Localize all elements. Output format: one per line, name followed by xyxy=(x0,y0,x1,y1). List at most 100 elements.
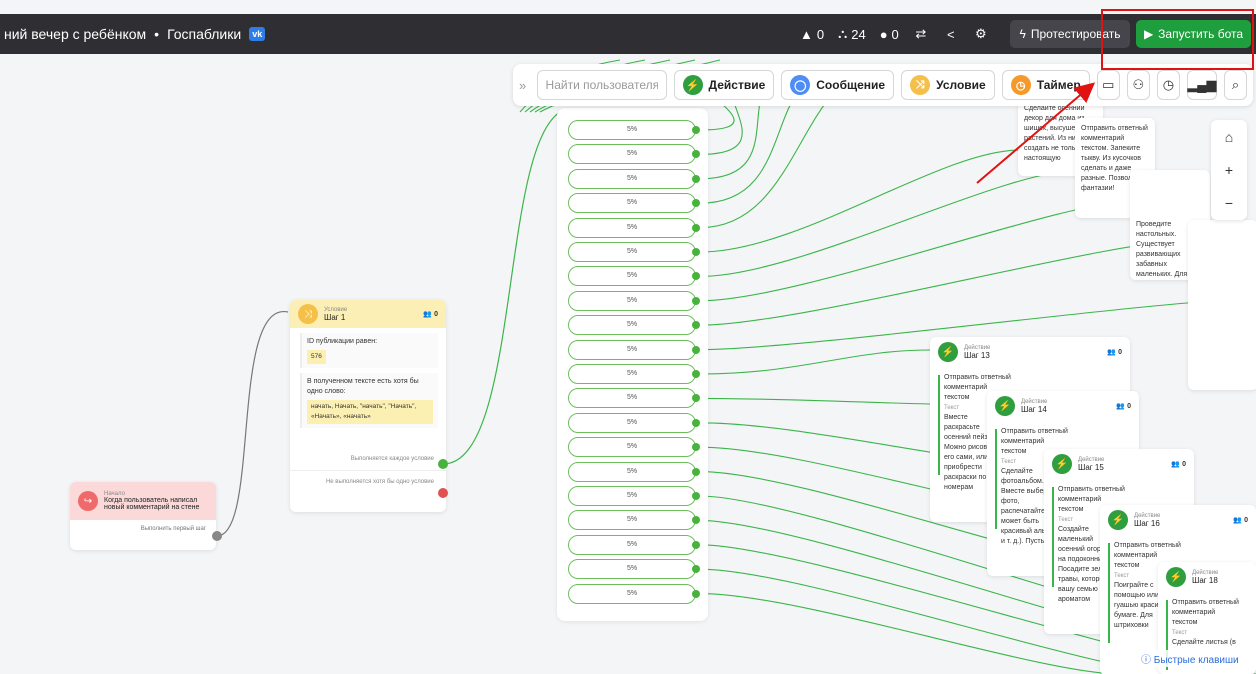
warning-icon: ▲ xyxy=(800,26,813,42)
condition-node-title: Шаг 1 xyxy=(324,312,346,322)
stats-icon[interactable]: ▂▄▆ xyxy=(1186,70,1217,100)
zoom-in-icon[interactable]: + xyxy=(1225,162,1233,178)
action-line: комментарий xyxy=(1001,438,1045,445)
add-condition-chip[interactable]: ⤨ Условие xyxy=(901,70,995,100)
chip-label: Действие xyxy=(708,78,766,92)
action-count-value: 0 xyxy=(1127,403,1131,410)
action-sub: Текст xyxy=(1172,630,1188,636)
split-branch[interactable]: 5% xyxy=(568,437,700,458)
repost-icon[interactable]: ⇄ xyxy=(913,26,929,42)
split-branch[interactable]: 5% xyxy=(568,315,700,336)
condition-no-port[interactable] xyxy=(438,488,448,498)
sitemap-icon: ⛬ xyxy=(838,26,848,41)
action-title: Шаг 13 xyxy=(964,350,990,360)
connector-start-to-condition xyxy=(216,311,289,537)
vk-icon: vk xyxy=(249,27,266,41)
split-branch[interactable]: 5% xyxy=(568,339,700,360)
condition-no-label: Не выполняется хотя бы одно условие xyxy=(325,479,434,485)
action-count-value: 0 xyxy=(1244,517,1248,524)
condition-icon: ⤨ xyxy=(298,304,318,324)
users-stat[interactable]: ● 0 xyxy=(880,27,899,42)
add-message-chip[interactable]: ◯ Сообщение xyxy=(781,70,895,100)
zoom-out-icon[interactable]: − xyxy=(1225,195,1233,211)
home-icon[interactable]: ⌂ xyxy=(1225,129,1233,145)
action-text: Сделайте листья (в xyxy=(1172,639,1236,646)
split-branch[interactable]: 5% xyxy=(568,583,700,604)
split-branch[interactable]: 5% xyxy=(568,534,700,555)
condition-rule-2: В полученном тексте есть хотя бы одно сл… xyxy=(300,373,438,428)
split-node[interactable]: 5% 5% 5% 5% 5% 5% 5% 5% 5% 5% 5% 5% 5% 5% 5% 5% 5% 5% 5% 5% xyxy=(557,108,708,621)
comment-icon[interactable]: ▭ xyxy=(1096,70,1120,100)
bot-name[interactable]: ний вечер с ребёнком xyxy=(4,26,146,42)
split-branch[interactable]: 5% xyxy=(568,290,700,311)
add-user-icon[interactable]: ⚇ xyxy=(1126,70,1150,100)
condition-node[interactable]: ⤨ Условие Шаг 1 👥 0 ID публикации равен:… xyxy=(290,300,446,512)
breadcrumb-separator: • xyxy=(154,26,160,42)
action-count-value: 0 xyxy=(1182,461,1186,468)
split-branch[interactable]: 5% xyxy=(568,193,700,214)
split-branch[interactable]: 5% xyxy=(568,461,700,482)
start-node-text: Когда пользователь написал новый коммент… xyxy=(104,497,200,511)
chip-label: Таймер xyxy=(1036,78,1081,92)
steps-stat[interactable]: ⛬ 24 xyxy=(838,26,866,42)
split-branch[interactable]: 5% xyxy=(568,486,700,506)
steps-count: 24 xyxy=(851,26,866,42)
warnings-stat[interactable]: ▲ 0 xyxy=(800,27,824,42)
split-branch[interactable]: 5% xyxy=(568,217,700,238)
split-branch[interactable]: 5% xyxy=(568,388,700,409)
split-branch[interactable]: 5% xyxy=(568,364,700,384)
action-count: 👥 0 xyxy=(1171,461,1186,468)
action-title: Шаг 15 xyxy=(1078,462,1104,472)
lightning-icon: ⚡ xyxy=(938,342,958,362)
start-node-port[interactable] xyxy=(212,531,222,541)
split-branch[interactable]: 5% xyxy=(568,559,700,580)
split-branch[interactable]: 5% xyxy=(568,168,700,189)
highlight-frame xyxy=(1101,9,1254,70)
top-bar: ний вечер с ребёнком • Госпаблики vk ▲ 0 … xyxy=(0,14,1256,54)
users-icon: 👥 xyxy=(423,311,433,318)
split-branch[interactable]: 5% xyxy=(568,120,700,140)
split-branch[interactable]: 5% xyxy=(568,510,700,531)
action-title: Шаг 16 xyxy=(1134,518,1160,528)
action-line: Отправить ответный xyxy=(1114,542,1181,549)
zoom-controls: ⌂ + − xyxy=(1211,120,1247,220)
action-accent-bar xyxy=(995,429,997,529)
add-action-chip[interactable]: ⚡ Действие xyxy=(673,70,775,100)
share-icon[interactable]: < xyxy=(943,27,959,42)
editor-toolbar: » ⚡Действие ◯Сообщение ⤨Условие ◷Таймер … xyxy=(513,64,1253,106)
split-branch[interactable]: 5% xyxy=(568,144,700,165)
action-count: 👥 0 xyxy=(1107,349,1122,356)
chip-label: Условие xyxy=(936,78,986,92)
user-icon: ● xyxy=(879,26,888,42)
search-user-input[interactable] xyxy=(536,70,667,100)
add-timer-chip[interactable]: ◷ Таймер xyxy=(1001,70,1090,100)
lightning-icon: ϟ xyxy=(1019,27,1026,41)
condition-rule-2-value: начать, Начать, "начать", "Начать", «Нач… xyxy=(307,400,433,424)
action-line: Отправить ответный xyxy=(1058,486,1125,493)
split-branch[interactable]: 5% xyxy=(568,242,700,262)
action-line: Отправить ответный xyxy=(1172,599,1239,606)
condition-node-count-value: 0 xyxy=(434,311,438,318)
split-branch[interactable]: 5% xyxy=(568,266,700,287)
action-type: Действие xyxy=(1134,512,1161,519)
action-type: Действие xyxy=(1192,569,1219,576)
start-node[interactable]: ↪ Начало Когда пользователь написал новы… xyxy=(70,482,216,550)
action-card-top-4[interactable] xyxy=(1188,220,1256,390)
collapse-icon[interactable]: » xyxy=(519,78,530,93)
lightning-icon: ⚡ xyxy=(682,75,703,95)
warnings-count: 0 xyxy=(816,26,825,42)
community-name[interactable]: Госпаблики xyxy=(167,26,241,42)
action-type: Действие xyxy=(1078,456,1105,463)
lightning-icon: ⚡ xyxy=(1052,454,1072,474)
connector-split-branch xyxy=(699,349,931,375)
gear-icon[interactable]: ⚙ xyxy=(973,26,989,42)
lightning-icon: ⚡ xyxy=(1108,510,1128,530)
action-line: комментарий xyxy=(1114,552,1158,559)
clock-icon[interactable]: ◷ xyxy=(1156,70,1180,100)
condition-yes-port[interactable] xyxy=(438,459,448,469)
action-count: 👥 0 xyxy=(1116,403,1131,410)
search-icon[interactable]: ⌕ xyxy=(1223,70,1247,100)
action-line: Отправить ответный xyxy=(944,374,1011,381)
hotkeys-link[interactable]: ⓘ Быстрые клавиши xyxy=(1138,650,1242,667)
split-branch[interactable]: 5% xyxy=(568,412,700,433)
